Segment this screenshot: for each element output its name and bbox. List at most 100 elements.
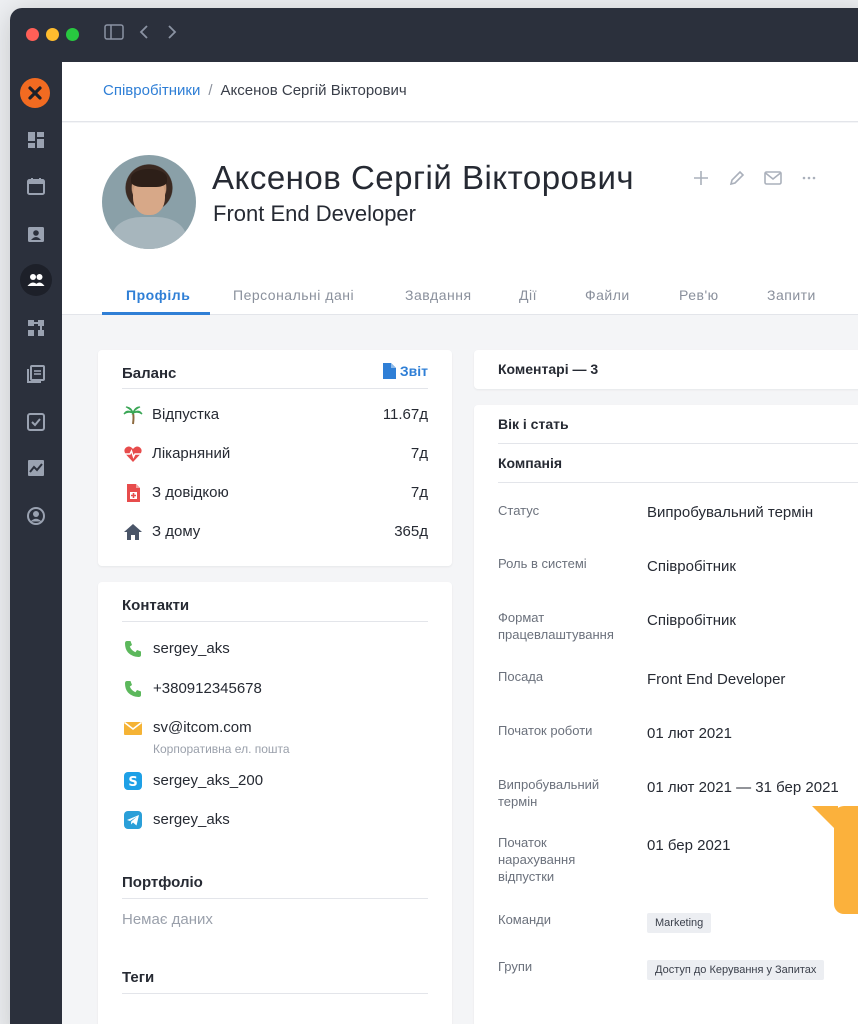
employee-name: Аксенов Сергій Вікторович bbox=[212, 159, 635, 196]
active-tab-indicator bbox=[102, 312, 210, 315]
balance-value: 7д bbox=[410, 445, 428, 462]
tab-files[interactable]: Файли bbox=[585, 287, 630, 303]
structure-icon[interactable] bbox=[20, 312, 52, 344]
contact-value: +380912345678 bbox=[153, 680, 262, 697]
balance-label: З дому bbox=[152, 523, 201, 540]
contact-card-icon[interactable] bbox=[20, 218, 52, 250]
balance-card: Баланс Звіт Відпустка 11.67д Лікарняний … bbox=[98, 350, 452, 566]
tasks-checkbox-icon[interactable] bbox=[20, 406, 52, 438]
more-options-icon[interactable] bbox=[798, 167, 820, 189]
palm-tree-icon bbox=[122, 404, 144, 426]
phone-icon bbox=[122, 638, 144, 660]
divider bbox=[122, 898, 428, 899]
report-file-icon bbox=[382, 363, 396, 379]
field-label: Посада bbox=[498, 669, 544, 684]
field-value-probation: 01 лют 2021 — 31 бер 2021 bbox=[647, 779, 839, 796]
divider bbox=[498, 443, 858, 444]
balance-label: З довідкою bbox=[152, 484, 229, 501]
employee-role: Front End Developer bbox=[213, 201, 416, 226]
contacts-card: Контакти sergey_aks +380912345678 sv@itc… bbox=[98, 582, 452, 1024]
top-bar: Співробітники / Аксенов Сергій Вікторович bbox=[62, 62, 858, 122]
details-card: Вік і стать Компанія Статус Випробувальн… bbox=[474, 405, 858, 1024]
phone-icon bbox=[122, 678, 144, 700]
field-label: Команди bbox=[498, 912, 551, 927]
tab-profile[interactable]: Профіль bbox=[126, 287, 190, 303]
company-title: Компанія bbox=[498, 455, 563, 471]
close-window-button[interactable] bbox=[26, 28, 39, 41]
contacts-title: Контакти bbox=[122, 597, 190, 614]
tab-tasks[interactable]: Завдання bbox=[405, 287, 472, 303]
tab-actions[interactable]: Дії bbox=[519, 287, 537, 303]
sidebar bbox=[10, 62, 62, 1024]
maximize-window-button[interactable] bbox=[66, 28, 79, 41]
title-bar bbox=[10, 8, 858, 62]
tab-requests[interactable]: Запити bbox=[767, 287, 816, 303]
contact-note: Корпоративна ел. пошта bbox=[153, 742, 290, 756]
portfolio-empty-text: Немає даних bbox=[122, 911, 213, 928]
email-icon bbox=[122, 717, 144, 739]
minimize-window-button[interactable] bbox=[46, 28, 59, 41]
mail-icon[interactable] bbox=[762, 167, 784, 189]
field-label: Випробувальний термін bbox=[498, 777, 600, 809]
report-label: Звіт bbox=[399, 363, 428, 379]
calendar-icon[interactable] bbox=[20, 170, 52, 202]
profile-actions bbox=[690, 167, 820, 189]
edit-pencil-icon[interactable] bbox=[726, 167, 748, 189]
add-icon[interactable] bbox=[690, 167, 712, 189]
library-icon[interactable] bbox=[20, 358, 52, 390]
divider bbox=[122, 993, 428, 994]
field-label: Статус bbox=[498, 503, 540, 518]
field-label: Початок нарахування відпустки bbox=[498, 835, 576, 884]
balance-value: 11.67д bbox=[382, 406, 428, 423]
report-link[interactable]: Звіт bbox=[382, 363, 428, 379]
sidebar-toggle-icon[interactable] bbox=[104, 24, 124, 46]
age-gender-title[interactable]: Вік і стать bbox=[498, 416, 569, 432]
dashboard-icon[interactable] bbox=[20, 124, 52, 156]
group-chip[interactable]: Доступ до Керування у Запитах bbox=[647, 960, 825, 980]
divider bbox=[498, 482, 858, 483]
employees-icon[interactable] bbox=[20, 264, 52, 296]
field-value-start-date: 01 лют 2021 bbox=[647, 725, 732, 742]
team-chip[interactable]: Marketing bbox=[647, 913, 712, 933]
contact-value: sergey_aks bbox=[153, 811, 230, 828]
svg-text:S: S bbox=[128, 775, 137, 790]
heartbeat-icon bbox=[122, 443, 144, 465]
field-value-system-role: Співробітник bbox=[647, 558, 736, 575]
contact-value: sergey_aks_200 bbox=[153, 772, 264, 789]
field-value-vacation-accrual: 01 бер 2021 bbox=[647, 837, 731, 854]
profile-tabs: Профіль Персональні дані Завдання Дії Фа… bbox=[102, 281, 858, 315]
avatar bbox=[102, 155, 196, 249]
skype-icon: S bbox=[122, 770, 144, 792]
telegram-icon bbox=[122, 809, 144, 831]
app-logo[interactable] bbox=[20, 78, 50, 108]
balance-row-vacation: Відпустка 11.67д bbox=[122, 403, 428, 427]
user-account-icon[interactable] bbox=[20, 500, 52, 532]
breadcrumb: Співробітники / Аксенов Сергій Вікторович bbox=[103, 82, 407, 99]
portfolio-title: Портфоліо bbox=[122, 874, 203, 891]
balance-value: 7д bbox=[410, 484, 428, 501]
analytics-icon[interactable] bbox=[20, 452, 52, 484]
field-label: Роль в системі bbox=[498, 556, 587, 571]
breadcrumb-employees-link[interactable]: Співробітники bbox=[103, 82, 200, 99]
comments-card[interactable]: Коментарі — 3 bbox=[474, 350, 858, 389]
field-label: Групи bbox=[498, 959, 533, 974]
balance-label: Відпустка bbox=[152, 406, 220, 423]
field-value-employment-format: Співробітник bbox=[647, 612, 736, 629]
app-window: Співробітники / Аксенов Сергій Вікторович … bbox=[10, 8, 858, 1024]
balance-row-remote: З дому 365д bbox=[122, 520, 428, 544]
field-value-status: Випробувальний термін bbox=[647, 504, 814, 521]
home-icon bbox=[122, 521, 144, 543]
contact-value: sv@itcom.com bbox=[153, 719, 252, 736]
balance-value: 365д bbox=[394, 523, 428, 540]
balance-title: Баланс bbox=[122, 365, 177, 382]
tab-personal-data[interactable]: Персональні дані bbox=[233, 287, 354, 303]
forward-arrow-icon[interactable] bbox=[166, 24, 178, 46]
comments-title: Коментарі — 3 bbox=[498, 361, 599, 377]
divider bbox=[122, 388, 428, 389]
back-arrow-icon[interactable] bbox=[138, 24, 150, 46]
tab-reviews[interactable]: Рев'ю bbox=[679, 287, 719, 303]
balance-row-certificate: З довідкою 7д bbox=[122, 481, 428, 505]
contact-value: sergey_aks bbox=[153, 640, 230, 657]
field-label: Початок роботи bbox=[498, 723, 593, 738]
balance-row-sick-leave: Лікарняний 7д bbox=[122, 442, 428, 466]
